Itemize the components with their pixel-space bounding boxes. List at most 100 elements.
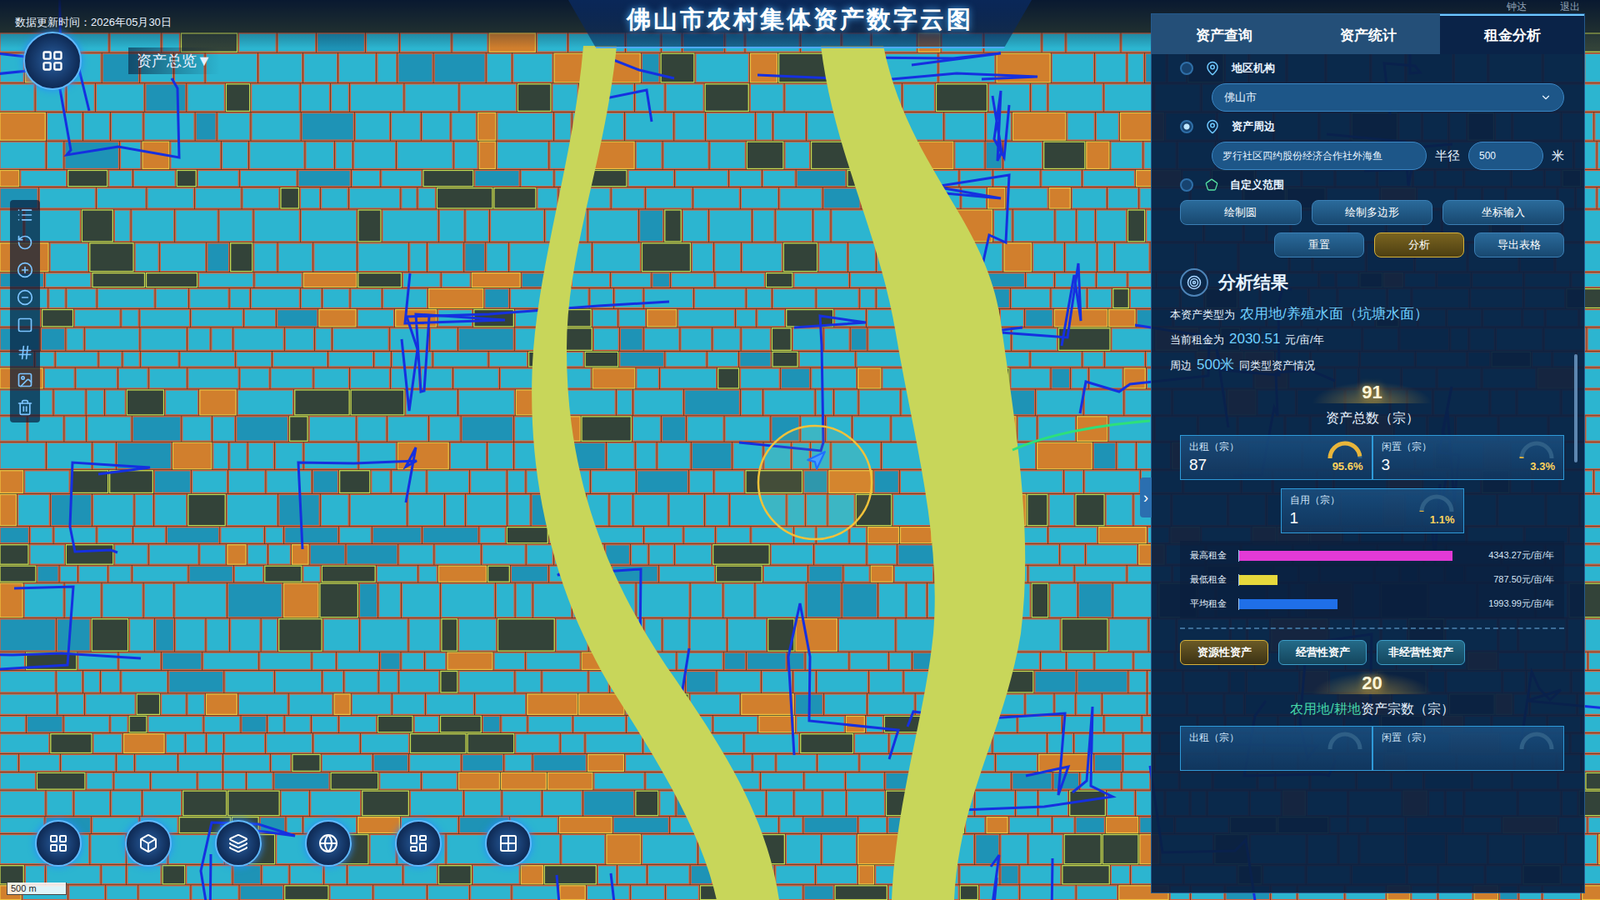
overview-dropdown[interactable]: 资产总览▼ [128, 47, 220, 75]
map-parcel [0, 670, 55, 692]
map-parcel [0, 53, 24, 83]
map-tool-button[interactable] [13, 230, 37, 255]
map-parcel [597, 865, 616, 885]
radius-input[interactable]: 500 [1468, 141, 1544, 170]
map-parcel [639, 210, 663, 242]
map-tool-button[interactable] [13, 395, 37, 420]
radio-button[interactable] [1180, 61, 1194, 75]
map-parcel [0, 694, 57, 715]
map-parcel [114, 772, 150, 790]
action-button[interactable]: 分析 [1374, 232, 1465, 258]
map-parcel [1084, 390, 1124, 415]
map-parcel [850, 527, 866, 544]
collapse-button[interactable]: › [1140, 477, 1152, 518]
map-parcel [362, 790, 410, 816]
user-name[interactable]: 钟达 [1506, 0, 1527, 15]
map-parcel [960, 885, 978, 900]
map-parcel [606, 442, 635, 469]
map-parcel [445, 494, 465, 525]
result-header: 分析结果 [1180, 268, 1565, 297]
map-parcel [1113, 289, 1130, 309]
map-parcel [631, 545, 649, 565]
stat-card: 自用（宗）11.1% [1280, 488, 1465, 534]
map-parcel [867, 527, 899, 544]
draw-button[interactable]: 绘制多边形 [1311, 200, 1434, 225]
map-parcel [816, 670, 868, 692]
map-parcel [1597, 188, 1600, 209]
map-parcel [665, 84, 704, 112]
map-parcel [42, 310, 74, 327]
radio-button[interactable] [1180, 178, 1194, 192]
logout-link[interactable]: 退出 [1560, 0, 1580, 15]
map-parcel [764, 390, 815, 415]
map-parcel [206, 734, 223, 754]
map-tool-button[interactable] [13, 203, 37, 227]
draw-button[interactable]: 绘制圆 [1180, 200, 1302, 225]
main-menu-button[interactable] [23, 31, 82, 90]
target-icon [1180, 268, 1209, 297]
map-parcel [593, 328, 619, 351]
map-parcel [188, 494, 225, 525]
bottom-tool-button[interactable] [125, 820, 172, 867]
asset-marker-icon[interactable] [807, 451, 825, 470]
map-parcel [660, 790, 675, 816]
scope-option[interactable]: 自定义范围 [1180, 177, 1565, 193]
draw-button[interactable]: 坐标输入 [1442, 200, 1565, 225]
stat-grid: 出租（宗）8795.6%闲置（宗）33.3%自用（宗）11.1% [1180, 435, 1565, 534]
scope-option[interactable]: 地区机构 [1180, 60, 1565, 76]
map-parcel [225, 670, 275, 692]
map-parcel [685, 670, 715, 692]
map-parcel [323, 670, 344, 692]
map-parcel [265, 565, 302, 582]
action-button[interactable]: 重置 [1274, 232, 1365, 258]
map-tool-button[interactable] [13, 285, 37, 310]
map-parcel [85, 328, 140, 351]
scope-option[interactable]: 资产周边 [1180, 119, 1565, 135]
map-tool-button[interactable] [13, 313, 37, 337]
map-parcel [611, 273, 651, 288]
map-parcel [110, 470, 154, 494]
map-road [989, 263, 1081, 346]
map-parcel [377, 715, 413, 732]
category-tab[interactable]: 经营性资产 [1278, 640, 1367, 665]
map-parcel [149, 368, 187, 389]
bottom-tool-button[interactable] [305, 820, 352, 867]
scrollbar[interactable] [1574, 354, 1578, 463]
radio-button[interactable] [1180, 120, 1194, 134]
map-parcel [715, 273, 765, 288]
category-tab[interactable]: 非经营性资产 [1376, 640, 1465, 665]
map-parcel [0, 494, 17, 525]
map-parcel [718, 368, 740, 389]
map-tool-button[interactable] [13, 368, 37, 392]
map-parcel [458, 328, 514, 351]
map-parcel [310, 790, 361, 816]
map-parcel [727, 619, 766, 651]
map-tool-button[interactable] [13, 258, 37, 282]
map-parcel [1061, 619, 1108, 651]
panel-tab[interactable]: 资产查询 [1151, 14, 1296, 55]
map-parcel [695, 289, 746, 309]
map-parcel [144, 583, 174, 618]
map-parcel [392, 694, 425, 715]
map-parcel [593, 243, 641, 272]
asset-input[interactable]: 罗行社区四约股份经济合作社外海鱼 [1211, 141, 1427, 170]
bottom-tool-button[interactable] [35, 820, 82, 867]
panel-tab[interactable]: 资产统计 [1295, 14, 1440, 55]
map-parcel [894, 565, 934, 582]
map-parcel [247, 545, 267, 565]
panel-tab[interactable]: 租金分析 [1440, 14, 1585, 55]
map-parcel [114, 210, 130, 242]
map-parcel [606, 835, 641, 865]
map-tool-button[interactable] [13, 340, 37, 365]
region-select[interactable]: 佛山市 [1211, 83, 1565, 112]
map-parcel [685, 390, 740, 415]
map-parcel [735, 310, 755, 327]
bottom-tool-button[interactable] [485, 820, 532, 867]
bottom-tool-button[interactable] [395, 820, 442, 867]
action-button[interactable]: 导出表格 [1474, 232, 1565, 258]
category-tab[interactable]: 资源性资产 [1180, 640, 1269, 665]
map-parcel [410, 734, 466, 754]
map-parcel [0, 734, 50, 754]
bottom-tool-button[interactable] [215, 820, 262, 867]
map-parcel [591, 470, 636, 494]
